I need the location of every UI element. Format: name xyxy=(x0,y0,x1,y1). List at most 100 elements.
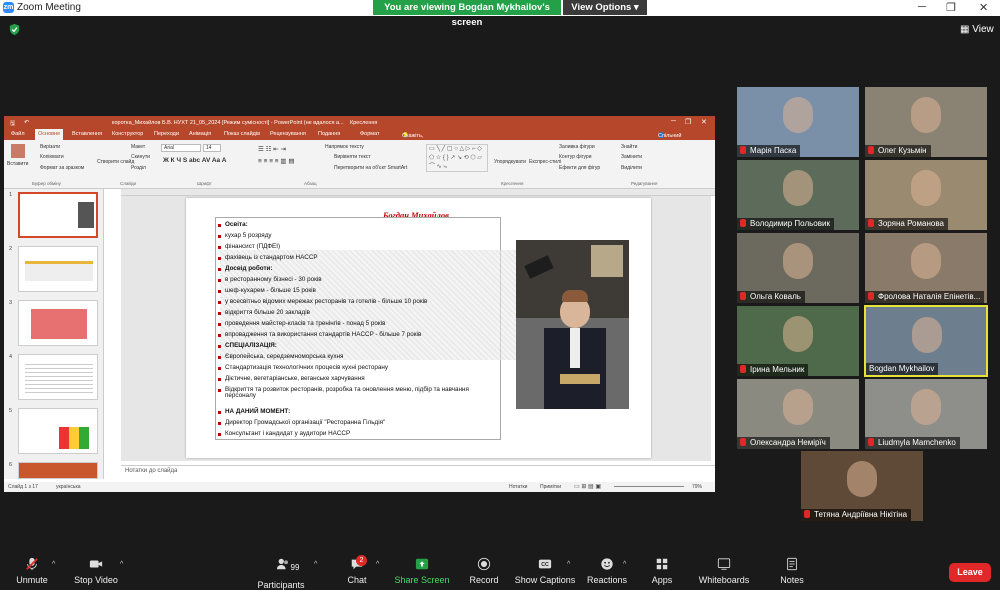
tab-format[interactable]: Формат xyxy=(360,131,380,137)
slide-thumbnails-pane[interactable]: 1 2 3 4 5 6 xyxy=(4,189,104,479)
tab-home[interactable]: Основне xyxy=(35,129,64,140)
record-button[interactable]: Record xyxy=(466,549,502,585)
format-painter-button[interactable]: Формат за зразком xyxy=(40,165,84,171)
participant-tile[interactable]: Марія Паска xyxy=(737,87,859,157)
paste-button[interactable]: Вставити xyxy=(7,161,28,167)
participant-tile[interactable]: Ірина Мельник xyxy=(737,306,859,376)
minimize-icon[interactable]: ─ xyxy=(918,1,926,13)
unmute-button[interactable]: Unmute xyxy=(12,549,52,585)
layout-button[interactable]: Макет xyxy=(131,144,145,150)
smartart-button[interactable]: Перетворити на об'єкт SmartArt xyxy=(334,165,407,171)
view-button[interactable]: ▦ View xyxy=(960,24,994,35)
tab-slideshow[interactable]: Показ слайдів xyxy=(224,131,260,137)
paragraph-align-icons[interactable]: ≡ ≡ ≡ ≡ ▥ ▤ xyxy=(258,157,294,165)
apps-button[interactable]: Apps xyxy=(647,549,677,585)
slide-thumbnail-3[interactable] xyxy=(18,300,98,346)
undo-icon[interactable]: ↶ xyxy=(24,119,29,126)
notes-toggle[interactable]: Нотатки xyxy=(509,484,527,490)
quick-styles-button[interactable]: Експрес-стилі xyxy=(529,159,561,165)
audio-options-caret-icon[interactable]: ^ xyxy=(52,561,55,568)
ppt-maximize-icon[interactable]: ❐ xyxy=(685,118,691,126)
participant-tile[interactable]: Liudmyla Mamchenko xyxy=(865,379,987,449)
video-options-caret-icon[interactable]: ^ xyxy=(120,561,123,568)
close-icon[interactable]: ✕ xyxy=(979,1,988,14)
chat-button[interactable]: 2 Chat xyxy=(343,549,371,585)
font-size-select[interactable]: 14 xyxy=(203,144,221,152)
list-icons[interactable]: ☰ ☷ ⇤ ⇥ xyxy=(258,145,286,153)
slide-thumbnail-5[interactable] xyxy=(18,408,98,454)
slide-notes[interactable]: Нотатки до слайда xyxy=(121,465,715,479)
find-button[interactable]: Знайти xyxy=(621,144,637,150)
bullet-icon xyxy=(218,312,221,315)
arrange-button[interactable]: Упорядкувати xyxy=(494,159,526,165)
slide-thumbnail-6[interactable] xyxy=(18,462,98,479)
view-options-button[interactable]: View Options ▾ xyxy=(563,0,647,15)
whiteboards-button[interactable]: Whiteboards xyxy=(697,549,751,585)
bold-italic-underline-icons[interactable]: Ж К Ч S abc AV Aa A xyxy=(163,157,226,164)
bullet-icon xyxy=(218,235,221,238)
shape-fill-button[interactable]: Заливка фігури xyxy=(559,144,595,150)
participants-button[interactable]: 99 Participants xyxy=(253,549,309,590)
slide-thumbnail-2[interactable] xyxy=(18,246,98,292)
security-shield-icon[interactable] xyxy=(8,23,21,36)
stop-video-button[interactable]: Stop Video xyxy=(73,549,119,585)
ppt-minimize-icon[interactable]: ─ xyxy=(671,118,676,125)
leave-button[interactable]: Leave xyxy=(949,563,991,582)
participants-caret-icon[interactable]: ^ xyxy=(314,561,317,568)
paste-icon[interactable] xyxy=(11,144,25,158)
participant-tile[interactable]: Ольга Коваль xyxy=(737,233,859,303)
slide-thumbnail-4[interactable] xyxy=(18,354,98,400)
view-mode-icons[interactable]: ▭ ⊞ ▤ ▣ xyxy=(574,483,601,490)
replace-button[interactable]: Замінити xyxy=(621,154,642,160)
participant-tile[interactable]: Олег Кузьмін xyxy=(865,87,987,157)
text-direction-button[interactable]: Напрямок тексту xyxy=(325,144,364,150)
drawing-tools-label: Креслення xyxy=(350,120,378,126)
tab-design[interactable]: Конструктор xyxy=(112,131,143,137)
chat-caret-icon[interactable]: ^ xyxy=(376,561,379,568)
participant-tile[interactable]: Олександра Немірїч xyxy=(737,379,859,449)
copy-button[interactable]: Копіювати xyxy=(40,154,64,160)
screen-share-banner: You are viewing Bogdan Mykhailov's scree… xyxy=(373,0,561,28)
reset-button[interactable]: Скинути xyxy=(131,154,150,160)
slide-text-line: Освіта: xyxy=(225,221,248,228)
notes-button[interactable]: Notes xyxy=(778,549,806,585)
participant-tile[interactable]: Володимир Польовик xyxy=(737,160,859,230)
shapes-gallery[interactable]: ▭ ╲ ╱ ▢ ○ △ ▷ ⌐ ◇ ⬠ ☆ { } ↗ ↘ ⟲ ⬡ ▱ ⌒ ∿ … xyxy=(426,144,488,172)
reactions-button[interactable]: Reactions xyxy=(586,549,628,585)
view-options-label: View Options xyxy=(571,2,632,13)
slide-text-box[interactable]: Освіта: кухар 5 розряду фінансист (ПДФЕІ) ф… xyxy=(215,217,520,440)
select-button[interactable]: Виділити xyxy=(621,165,642,171)
share-screen-button[interactable]: Share Screen xyxy=(394,549,450,585)
tab-animation[interactable]: Анімація xyxy=(189,131,211,137)
tab-insert[interactable]: Вставлення xyxy=(72,131,102,137)
tab-transitions[interactable]: Переходи xyxy=(154,131,179,137)
participant-face xyxy=(847,461,877,497)
active-speaker-tile[interactable]: Bogdan Mykhailov xyxy=(864,305,988,377)
muted-mic-icon xyxy=(740,146,746,154)
muted-mic-icon xyxy=(740,219,746,227)
section-button[interactable]: Розділ xyxy=(131,165,146,171)
participant-tile[interactable]: Тетяна Андріївна Нікітіна xyxy=(801,451,923,521)
ppt-close-icon[interactable]: ✕ xyxy=(701,118,707,126)
participant-tile[interactable]: Фролова Наталія Епінетів... xyxy=(865,233,987,303)
comments-toggle[interactable]: Примітки xyxy=(540,484,561,490)
font-family-select[interactable]: Arial xyxy=(161,144,201,152)
new-slide-button[interactable]: Створити слайд xyxy=(97,159,134,165)
tab-view[interactable]: Подання xyxy=(318,131,340,137)
align-text-button[interactable]: Вирівняти текст xyxy=(334,154,371,160)
captions-caret-icon[interactable]: ^ xyxy=(567,561,570,568)
cut-button[interactable]: Вирізати xyxy=(40,144,60,150)
muted-microphone-icon xyxy=(26,557,38,571)
participant-tile[interactable]: Зоряна Романова xyxy=(865,160,987,230)
maximize-icon[interactable]: ❐ xyxy=(946,1,956,14)
shape-outline-button[interactable]: Контур фігури xyxy=(559,154,591,160)
tab-file[interactable]: Файл xyxy=(11,131,25,137)
tab-review[interactable]: Рецензування xyxy=(270,131,306,137)
current-slide[interactable]: Богдан Михайлов Освіта: кухар 5 розряду фі… xyxy=(186,198,651,458)
slide-thumbnail-1[interactable] xyxy=(18,192,98,238)
participant-label: Олег Кузьмін xyxy=(865,145,931,157)
shape-effects-button[interactable]: Ефекти для фігур xyxy=(559,165,600,171)
reactions-caret-icon[interactable]: ^ xyxy=(623,561,626,568)
zoom-slider[interactable] xyxy=(614,486,684,487)
save-icon[interactable]: 🖫 xyxy=(10,119,15,129)
